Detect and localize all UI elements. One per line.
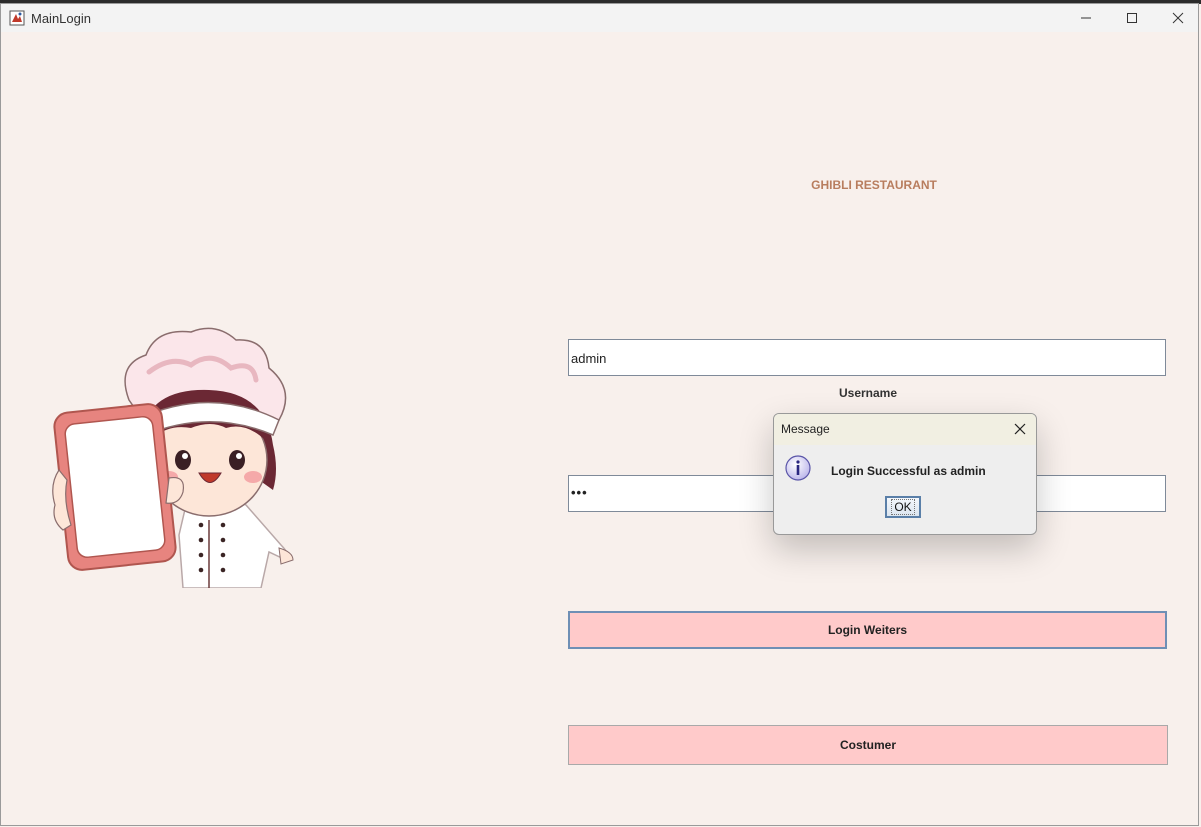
ok-button[interactable]: OK bbox=[885, 496, 921, 518]
username-field[interactable]: admin bbox=[568, 339, 1166, 376]
dialog-titlebar: Message bbox=[774, 414, 1036, 445]
login-waiters-button[interactable]: Login Weiters bbox=[568, 611, 1167, 649]
java-app-icon bbox=[9, 10, 25, 26]
maximize-icon bbox=[1127, 13, 1137, 23]
dialog-title: Message bbox=[781, 422, 830, 436]
window-close-button[interactable] bbox=[1155, 4, 1201, 32]
window-title: MainLogin bbox=[31, 11, 91, 26]
maximize-button[interactable] bbox=[1109, 4, 1155, 32]
username-label: Username bbox=[838, 386, 898, 400]
message-dialog: Message Login Successful as admin OK bbox=[773, 413, 1037, 535]
chef-holding-phone-illustration bbox=[52, 327, 294, 588]
close-icon bbox=[1172, 12, 1184, 24]
info-icon bbox=[785, 455, 811, 481]
dialog-message: Login Successful as admin bbox=[831, 464, 986, 478]
window-titlebar: MainLogin bbox=[1, 4, 1198, 32]
restaurant-title: GHIBLI RESTAURANT bbox=[811, 178, 937, 192]
minimize-icon bbox=[1081, 17, 1091, 19]
ok-button-label: OK bbox=[891, 499, 915, 515]
costumer-button[interactable]: Costumer bbox=[568, 725, 1168, 765]
close-icon bbox=[1014, 423, 1026, 435]
minimize-button[interactable] bbox=[1063, 4, 1109, 32]
dialog-close-button[interactable] bbox=[1010, 419, 1030, 439]
